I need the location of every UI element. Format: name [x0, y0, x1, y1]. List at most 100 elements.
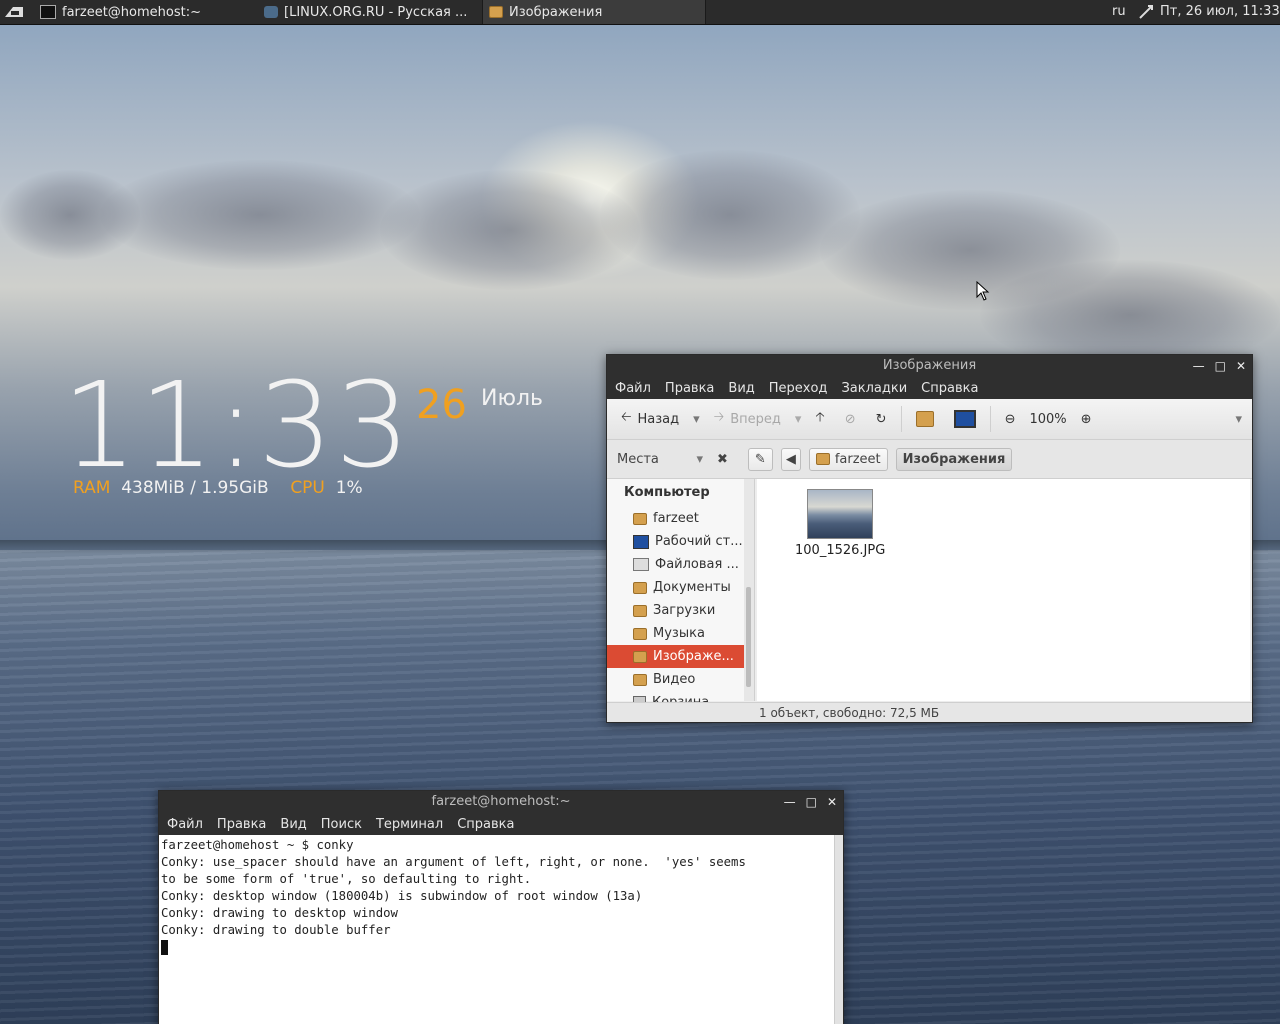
arrow-left-icon: 🡠 — [621, 410, 632, 425]
conky-cpu-value: 1% — [335, 478, 363, 498]
sidebar-scrollbar[interactable] — [744, 479, 755, 701]
menu-go[interactable]: Переход — [769, 381, 828, 396]
keyboard-layout-indicator[interactable]: ru — [1112, 4, 1126, 19]
arrow-right-icon: 🡢 — [713, 410, 725, 425]
terminal-window[interactable]: farzeet@homehost:~ — □ ✕ Файл Правка Вид… — [158, 790, 844, 1024]
menu-view[interactable]: Вид — [728, 381, 754, 396]
terminal-line: Conky: drawing to desktop window — [161, 906, 398, 920]
zoom-out-button[interactable]: ⊖ — [999, 408, 1022, 431]
file-manager-window[interactable]: Изображения — □ ✕ Файл Правка Вид Перехо… — [606, 354, 1253, 723]
terminal-titlebar[interactable]: farzeet@homehost:~ — □ ✕ — [159, 791, 843, 813]
breadcrumb-label: Изображения — [902, 451, 1006, 467]
menu-terminal[interactable]: Терминал — [376, 817, 443, 832]
menu-search[interactable]: Поиск — [321, 817, 362, 832]
sidebar-header: Компьютер — [624, 485, 710, 500]
up-button[interactable]: 🡡 — [809, 404, 830, 434]
sidebar-item-label: Изображе... — [653, 649, 734, 664]
minimize-icon[interactable]: — — [1193, 355, 1205, 377]
browser-icon — [264, 6, 278, 18]
places-selector[interactable]: Места ▾ — [617, 452, 703, 467]
sidebar-item-label: Видео — [653, 672, 696, 687]
computer-button[interactable] — [948, 406, 982, 432]
toolbar-separator — [900, 406, 902, 432]
sidebar-item-pictures[interactable]: Изображе... — [607, 645, 744, 668]
menu-help[interactable]: Справка — [457, 817, 514, 832]
conky-cpu-label: CPU — [290, 478, 325, 498]
taskbar-item-file-manager[interactable]: Изображения — [482, 0, 706, 24]
sidebar-item-music[interactable]: Музыка — [607, 622, 744, 645]
forward-history-dropdown-icon[interactable]: ▾ — [795, 412, 802, 427]
reload-button[interactable]: ↻ — [870, 408, 893, 431]
close-icon[interactable]: ✕ — [827, 791, 837, 813]
taskbar-item-terminal[interactable]: farzeet@homehost:~ — [34, 0, 256, 24]
taskbar-item-label: Изображения — [509, 4, 603, 20]
close-sidebar-icon[interactable]: ✖ — [717, 452, 728, 467]
conky-stats: RAM 438MiB / 1.95GiB CPU 1% — [73, 478, 363, 498]
wallpaper-cloud — [600, 150, 860, 280]
back-history-dropdown-icon[interactable]: ▾ — [693, 412, 700, 427]
terminal-menubar: Файл Правка Вид Поиск Терминал Справка — [159, 813, 843, 835]
breadcrumb-current[interactable]: Изображения — [895, 447, 1013, 471]
main-menu-button[interactable] — [0, 0, 28, 24]
sidebar-item-downloads[interactable]: Загрузки — [607, 599, 744, 622]
zoom-in-button[interactable]: ⊕ — [1075, 408, 1098, 431]
forward-label: Вперед — [730, 411, 781, 427]
home-button[interactable] — [910, 407, 940, 431]
forward-button[interactable]: 🡢 Вперед — [708, 404, 787, 434]
terminal-scrollbar[interactable] — [834, 835, 843, 1024]
zoom-level: 100% — [1029, 411, 1067, 427]
menu-edit[interactable]: Правка — [217, 817, 266, 832]
sidebar-item-videos[interactable]: Видео — [607, 668, 744, 691]
terminal-line: to be some form of 'true', so defaulting… — [161, 872, 532, 886]
edit-location-button[interactable]: ✎ — [747, 447, 773, 471]
file-view[interactable]: 100_1526.JPG — [757, 479, 1250, 701]
file-manager-toolbar: 🡠 Назад ▾ 🡢 Вперед ▾ 🡡 ⊘ ↻ ⊖ 100% ⊕ ▾ — [607, 399, 1252, 440]
file-name: 100_1526.JPG — [795, 543, 886, 558]
taskbar-item-browser[interactable]: [LINUX.ORG.RU - Русская ... — [258, 0, 480, 24]
sidebar-item-desktop[interactable]: Рабочий ст... — [607, 530, 744, 553]
stop-button[interactable]: ⊘ — [839, 408, 862, 431]
menu-help[interactable]: Справка — [921, 381, 978, 396]
sidebar-item-label: Рабочий ст... — [655, 534, 743, 549]
terminal-line: Conky: drawing to double buffer — [161, 923, 391, 937]
maximize-icon[interactable]: □ — [1215, 355, 1226, 377]
breadcrumb-left-arrow[interactable]: ◀ — [780, 447, 801, 471]
sidebar-item-label: Загрузки — [653, 603, 716, 618]
folder-icon — [633, 673, 647, 686]
toolbar-overflow-icon[interactable]: ▾ — [1235, 412, 1242, 427]
back-button[interactable]: 🡠 Назад — [615, 404, 685, 434]
file-manager-menubar: Файл Правка Вид Переход Закладки Справка — [607, 377, 1252, 399]
home-folder-icon — [815, 453, 830, 465]
chevron-left-icon: ◀ — [785, 451, 796, 467]
menu-file[interactable]: Файл — [167, 817, 203, 832]
maximize-icon[interactable]: □ — [806, 791, 817, 813]
menu-edit[interactable]: Правка — [665, 381, 714, 396]
sidebar-item-filesystem[interactable]: Файловая ... — [607, 553, 744, 576]
sidebar-item-label: Файловая ... — [655, 557, 739, 572]
places-sidebar: Компьютер farzeet Рабочий ст... Файловая… — [607, 479, 745, 710]
menu-view[interactable]: Вид — [280, 817, 306, 832]
network-icon[interactable] — [1138, 4, 1154, 24]
terminal-screen[interactable]: farzeet@homehost ~ $ conky Conky: use_sp… — [159, 835, 843, 1024]
minimize-icon[interactable]: — — [784, 791, 796, 813]
close-icon[interactable]: ✕ — [1236, 355, 1246, 377]
conky-ram-value: 438MiB / 1.95GiB — [121, 478, 269, 498]
file-manager-titlebar[interactable]: Изображения — □ ✕ — [607, 355, 1252, 377]
sidebar-item-label: Музыка — [653, 626, 705, 641]
window-title: farzeet@homehost:~ — [431, 794, 571, 809]
folder-icon — [633, 604, 647, 617]
scrollbar-thumb[interactable] — [746, 587, 751, 687]
pencil-icon: ✎ — [754, 451, 766, 467]
file-item[interactable]: 100_1526.JPG — [795, 489, 885, 558]
menu-file[interactable]: Файл — [615, 381, 651, 396]
sidebar-item-documents[interactable]: Документы — [607, 576, 744, 599]
terminal-line: farzeet@homehost ~ $ conky — [161, 838, 354, 852]
sidebar-item-home[interactable]: farzeet — [607, 507, 744, 530]
folder-icon — [633, 650, 647, 663]
stop-icon: ⊘ — [844, 411, 856, 427]
conky-day: 26 — [416, 382, 467, 428]
panel-clock[interactable]: Пт, 26 июл, 11:33 — [1160, 4, 1280, 19]
terminal-line: Conky: desktop window (180004b) is subwi… — [161, 889, 643, 903]
menu-bookmarks[interactable]: Закладки — [841, 381, 907, 396]
breadcrumb-home[interactable]: farzeet — [808, 447, 888, 471]
